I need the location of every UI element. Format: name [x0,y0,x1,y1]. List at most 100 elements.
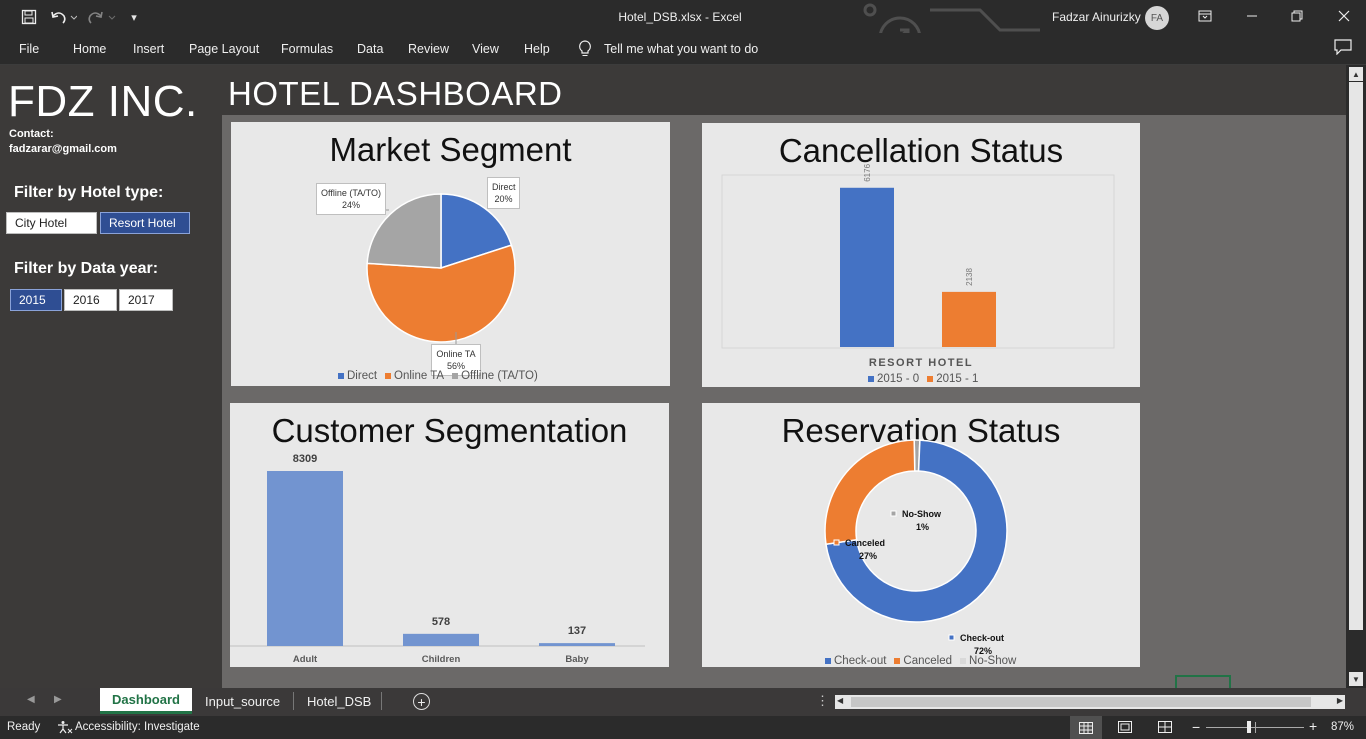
slicer-city-hotel[interactable]: City Hotel [6,212,97,234]
customer-segmentation-panel[interactable]: Customer Segmentation 8309 Adult 578 Childr… [230,403,669,667]
data-label-marker [833,539,840,546]
restore-icon[interactable] [1285,6,1309,26]
user-name[interactable]: Fadzar Ainurizky [1052,10,1141,24]
legend-swatch [338,373,344,379]
slicer-year-2016[interactable]: 2016 [64,289,117,311]
tab-view[interactable]: View [472,42,499,56]
avatar[interactable]: FA [1145,6,1169,30]
more-options-icon[interactable]: ⋮ [816,693,829,709]
legend-label: Online TA [394,370,445,382]
x-tick-label: Baby [565,654,589,665]
tab-review[interactable]: Review [408,42,449,56]
data-label-online-ta-name: Online TA [436,349,476,359]
data-label-marker [890,510,897,517]
scroll-down-arrow-icon[interactable]: ▼ [1349,672,1363,686]
ribbon-display-options-icon[interactable] [1193,6,1217,26]
slicer-year-2015[interactable]: 2015 [10,289,62,311]
chart-legend: Direct Online TA Offline (TA/TO) [338,370,538,382]
tab-help[interactable]: Help [524,42,550,56]
tab-insert[interactable]: Insert [133,42,164,56]
data-label-offline: Offline (TA/TO) 24% [316,183,386,215]
redo-icon[interactable] [86,7,118,27]
legend-label: Direct [347,370,378,382]
data-label-direct-pct: 20% [494,194,513,204]
horizontal-scrollbar[interactable]: ◀ ▶ [835,695,1345,709]
legend-label: No-Show [969,655,1017,667]
minimize-icon[interactable] [1240,6,1264,26]
data-label: 8309 [293,453,317,465]
page-break-view-icon[interactable] [1158,721,1172,736]
sheet-tab-input-source[interactable]: Input_source [205,694,280,709]
save-icon[interactable] [18,7,40,27]
document-title: Hotel_DSB.xlsx - Excel [618,10,742,24]
zoom-100-mark [1255,722,1256,733]
page-layout-view-icon[interactable] [1118,721,1132,736]
chart-legend: Check-out Canceled No-Show [825,655,1016,667]
legend-label: 2015 - 0 [877,373,920,385]
tab-scroll-left-icon[interactable]: ◀ [27,694,35,705]
sheet-tab-dashboard[interactable]: Dashboard [100,688,192,714]
zoom-slider-thumb[interactable] [1247,721,1251,733]
status-ready: Ready [7,721,41,733]
filter-year-heading: Filter by Data year: [14,260,159,277]
undo-icon[interactable] [48,7,78,27]
contact-info: Contact: fadzarar@gmail.com [9,127,117,157]
accessibility-status[interactable]: Accessibility: Investigate [75,721,200,733]
zoom-level[interactable]: 87% [1331,721,1354,733]
hscroll-left-icon[interactable]: ◀ [837,696,843,705]
bar-adult [267,471,343,646]
donut-slice-canceled [824,439,916,546]
reservation-status-panel[interactable]: Reservation Status Check-out 72% Canceled 2… [702,403,1140,667]
legend-label: Canceled [903,655,953,667]
zoom-out-icon[interactable]: − [1192,719,1200,735]
close-icon[interactable] [1332,6,1356,26]
bar-children [403,633,479,646]
x-axis-label: RESORT HOTEL [868,357,974,369]
hscroll-right-icon[interactable]: ▶ [1337,696,1343,705]
legend-swatch [927,376,934,382]
customize-quick-access-icon[interactable]: ▾ [126,7,142,27]
worksheet-area[interactable]: FDZ INC. Contact: fadzarar@gmail.com Fil… [0,65,1346,688]
tab-divider [293,692,294,710]
data-label: 578 [432,616,450,628]
zoom-in-icon[interactable]: + [1309,718,1317,734]
sheet-tab-hotel-dsb[interactable]: Hotel_DSB [307,694,371,709]
brand-logo-text: FDZ INC. [8,77,198,126]
slicer-year-2017[interactable]: 2017 [119,289,173,311]
active-cell[interactable] [1175,675,1231,688]
data-label: 137 [568,625,586,637]
tab-home[interactable]: Home [73,42,106,56]
dashboard-title: HOTEL DASHBOARD [228,75,563,112]
filter-hotel-heading: Filter by Hotel type: [14,184,164,201]
tab-page-layout[interactable]: Page Layout [189,42,259,56]
scroll-up-arrow-icon[interactable]: ▲ [1349,67,1363,81]
accessibility-icon[interactable] [57,720,73,737]
comments-icon[interactable] [1334,39,1352,58]
x-tick-label: Children [422,654,461,665]
scroll-thumb[interactable] [1349,82,1363,630]
x-tick-label: Adult [293,654,318,665]
data-label-direct: Direct 20% [487,177,520,209]
vertical-scrollbar[interactable]: ▲ ▼ [1346,65,1366,688]
legend-item-2015-1: 2015 - 1 [927,373,978,385]
hscroll-thumb[interactable] [851,697,1311,707]
normal-view-icon[interactable] [1070,716,1102,739]
reservation-donut-chart: Check-out72%Canceled27%No-Show1% [824,439,1008,656]
tab-file[interactable]: File [19,42,39,56]
cancellation-status-panel[interactable]: Cancellation Status 6176 2138 RESORT HOTE… [702,123,1140,387]
tab-formulas[interactable]: Formulas [281,42,333,56]
data-label-name: Check-out [960,633,1004,643]
data-label-pct: 1% [916,522,929,532]
market-segment-panel[interactable]: Market Segment Offline (TA/TO) 24% Direct… [231,122,670,386]
tell-me-search[interactable]: Tell me what you want to do [604,42,758,56]
legend-label: Check-out [834,655,887,667]
legend-swatch [385,373,392,379]
tab-data[interactable]: Data [357,42,383,56]
contact-label: Contact: [9,128,54,140]
legend-swatch [868,376,874,382]
customer-segmentation-bar-chart: 8309 Adult 578 Children 137 Baby [230,453,645,665]
tab-scroll-right-icon[interactable]: ▶ [54,694,62,705]
add-sheet-icon[interactable]: + [413,693,430,710]
slicer-resort-hotel[interactable]: Resort Hotel [100,212,190,234]
lightbulb-icon[interactable] [578,40,592,61]
